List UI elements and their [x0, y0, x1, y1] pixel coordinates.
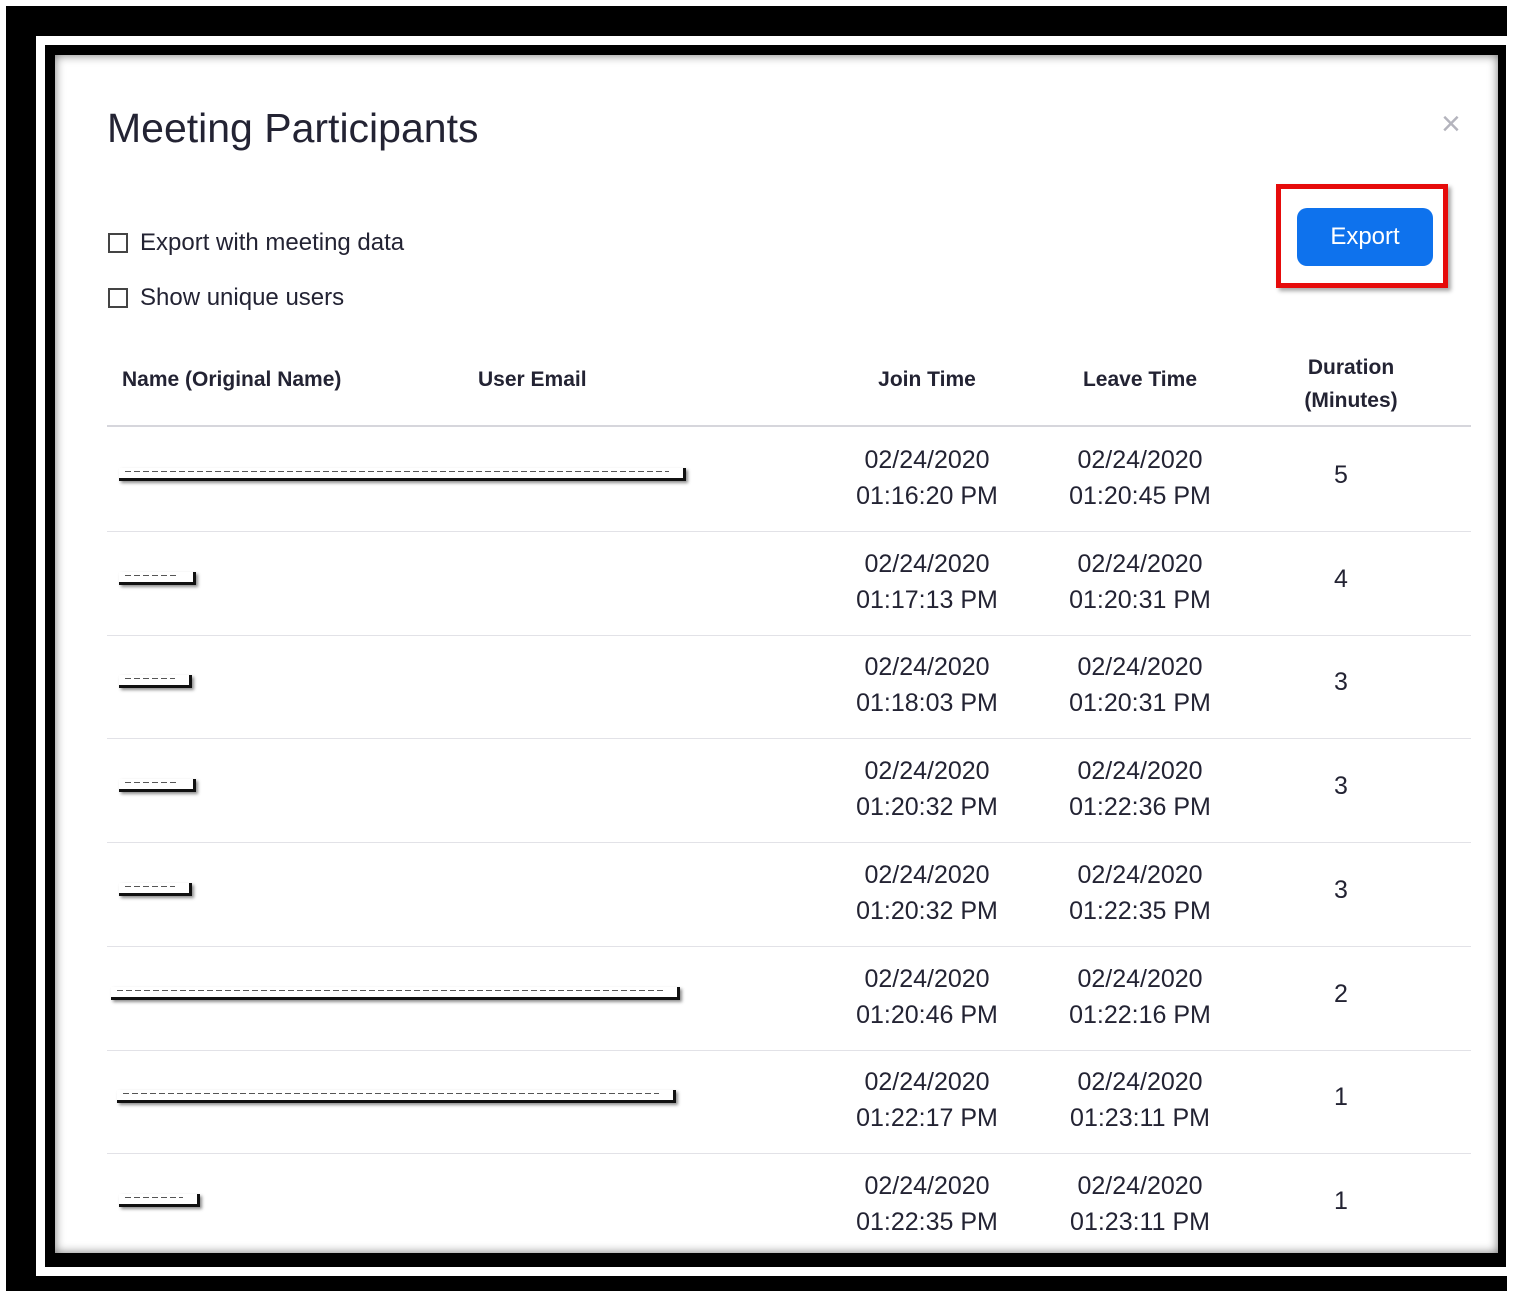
export-with-meeting-data-option[interactable]: Export with meeting data	[108, 229, 404, 257]
duration-header-line2: (Minutes)	[1304, 389, 1398, 412]
join-time-cell-join-time: 01:20:46 PM	[856, 1000, 998, 1029]
redacted-participant-info	[117, 1090, 676, 1104]
join-time-cell: 02/24/2020 01:22:35 PM	[817, 1168, 1037, 1240]
join-time-cell-join-date: 02/24/2020	[864, 653, 990, 682]
duration-cell: 5	[1334, 461, 1348, 489]
header-divider	[107, 425, 1471, 427]
show-unique-users-label: Show unique users	[140, 284, 345, 311]
leave-time-cell: 02/24/2020 01:20:45 PM	[1030, 442, 1250, 514]
duration-cell: 2	[1334, 979, 1348, 1008]
join-time-cell: 02/24/2020 01:20:32 PM	[817, 857, 1037, 929]
duration-cell: 3	[1334, 875, 1348, 904]
leave-time-cell-leave-time: 01:22:16 PM	[1069, 1000, 1211, 1029]
leave-time-cell-leave-time: 01:20:45 PM	[1069, 482, 1211, 510]
join-time-cell-join-time: 01:20:32 PM	[856, 896, 998, 925]
join-time-cell-join-time: 01:17:13 PM	[856, 585, 998, 614]
leave-time-cell-leave-date: 02/24/2020	[1077, 653, 1203, 682]
leave-time-cell-leave-date: 02/24/2020	[1077, 964, 1203, 993]
leave-time-cell: 02/24/2020 01:23:11 PM	[1030, 1064, 1250, 1136]
close-icon[interactable]: ×	[1441, 107, 1461, 141]
column-header-duration: Duration (Minutes)	[1281, 351, 1421, 417]
leave-time-cell-leave-time: 01:20:31 PM	[1069, 585, 1211, 614]
join-time-cell-join-time: 01:22:35 PM	[856, 1207, 998, 1236]
table-row: 02/24/2020 01:20:32 PM 02/24/2020 01:22:35 …	[107, 843, 1471, 947]
leave-time-cell-leave-date: 02/24/2020	[1077, 860, 1203, 889]
show-unique-users-checkbox[interactable]	[108, 288, 128, 308]
duration-header-line1: Duration	[1307, 356, 1395, 379]
redacted-participant-info	[111, 986, 680, 1000]
table-row: 02/24/2020 01:18:03 PM 02/24/2020 01:20:31 …	[107, 635, 1471, 740]
leave-time-cell-leave-time: 01:23:11 PM	[1070, 1104, 1210, 1133]
table-row: 02/24/2020 01:20:32 PM 02/24/2020 01:22:36 …	[107, 739, 1471, 844]
join-time-cell-join-date: 02/24/2020	[864, 757, 990, 786]
leave-time-cell-leave-time: 01:22:36 PM	[1069, 793, 1211, 822]
column-header-leave-time: Leave Time	[1082, 368, 1197, 391]
join-time-cell-join-time: 01:18:03 PM	[856, 689, 998, 718]
export-with-meeting-data-label: Export with meeting data	[140, 229, 405, 256]
redacted-participant-info	[119, 571, 196, 585]
column-header-email: User Email	[478, 368, 587, 391]
join-time-cell-join-date: 02/24/2020	[864, 860, 990, 889]
join-time-cell-join-date: 02/24/2020	[864, 964, 990, 993]
table-row: 02/24/2020 01:17:13 PM 02/24/2020 01:20:31 …	[107, 532, 1471, 636]
join-time-cell: 02/24/2020 01:20:46 PM	[817, 961, 1037, 1033]
redacted-participant-info	[119, 882, 192, 896]
join-time-cell: 02/24/2020 01:20:32 PM	[817, 753, 1037, 825]
meeting-participants-dialog: Meeting Participants × Export with meeti…	[55, 55, 1498, 1253]
table-row: 02/24/2020 01:16:20 PM 02/24/2020 01:20:45 …	[107, 428, 1471, 532]
table-row: 02/24/2020 01:22:17 PM 02/24/2020 01:23:11 …	[107, 1050, 1471, 1155]
leave-time-cell: 02/24/2020 01:20:31 PM	[1030, 649, 1250, 721]
join-time-cell-join-date: 02/24/2020	[864, 549, 990, 578]
join-time-cell-join-date: 02/24/2020	[864, 446, 990, 474]
duration-cell: 3	[1334, 668, 1348, 697]
table-row: 02/24/2020 01:20:46 PM 02/24/2020 01:22:16 …	[107, 947, 1471, 1051]
table-row: 02/24/2020 01:22:35 PM 02/24/2020 01:23:11 …	[107, 1154, 1471, 1253]
leave-time-cell-leave-date: 02/24/2020	[1077, 549, 1203, 578]
duration-cell: 1	[1334, 1186, 1348, 1215]
export-button[interactable]: Export	[1297, 208, 1433, 266]
leave-time-cell-leave-time: 01:20:31 PM	[1069, 689, 1211, 718]
redacted-participant-info	[119, 468, 686, 481]
leave-time-cell: 02/24/2020 01:22:35 PM	[1030, 857, 1250, 929]
leave-time-cell-leave-time: 01:23:11 PM	[1070, 1207, 1210, 1236]
redacted-participant-info	[119, 1193, 200, 1207]
join-time-cell-join-date: 02/24/2020	[864, 1068, 990, 1097]
redacted-participant-info	[119, 779, 196, 793]
duration-cell: 1	[1334, 1083, 1348, 1112]
leave-time-cell-leave-time: 01:22:35 PM	[1069, 896, 1211, 925]
leave-time-cell: 02/24/2020 01:22:36 PM	[1030, 753, 1250, 825]
column-header-join-time: Join Time	[878, 368, 976, 391]
join-time-cell: 02/24/2020 01:17:13 PM	[817, 546, 1037, 618]
column-header-name: Name (Original Name)	[122, 368, 342, 391]
join-time-cell-join-time: 01:16:20 PM	[856, 482, 998, 510]
leave-time-cell-leave-date: 02/24/2020	[1077, 757, 1203, 786]
join-time-cell-join-time: 01:22:17 PM	[856, 1104, 998, 1133]
leave-time-cell-leave-date: 02/24/2020	[1077, 446, 1203, 474]
join-time-cell-join-date: 02/24/2020	[864, 1171, 990, 1200]
leave-time-cell-leave-date: 02/24/2020	[1077, 1068, 1203, 1097]
duration-cell: 3	[1334, 772, 1348, 801]
duration-cell: 4	[1334, 564, 1348, 593]
leave-time-cell: 02/24/2020 01:23:11 PM	[1030, 1168, 1250, 1240]
export-with-meeting-data-checkbox[interactable]	[108, 233, 128, 253]
leave-time-cell-leave-date: 02/24/2020	[1077, 1171, 1203, 1200]
join-time-cell: 02/24/2020 01:18:03 PM	[817, 649, 1037, 721]
leave-time-cell: 02/24/2020 01:20:31 PM	[1030, 546, 1250, 618]
join-time-cell: 02/24/2020 01:16:20 PM	[817, 442, 1037, 514]
leave-time-cell: 02/24/2020 01:22:16 PM	[1030, 961, 1250, 1033]
show-unique-users-option[interactable]: Show unique users	[108, 284, 344, 312]
dialog-title: Meeting Participants	[107, 105, 479, 151]
redacted-participant-info	[119, 675, 192, 689]
join-time-cell: 02/24/2020 01:22:17 PM	[817, 1064, 1037, 1136]
join-time-cell-join-time: 01:20:32 PM	[856, 793, 998, 822]
